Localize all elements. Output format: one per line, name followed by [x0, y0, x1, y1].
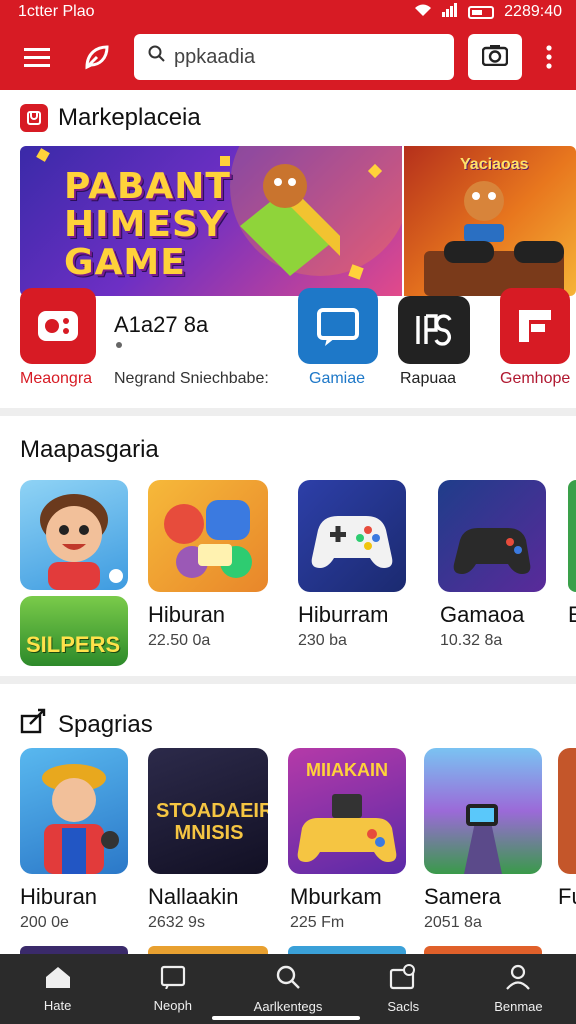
hdains-game-tile[interactable]	[438, 480, 546, 592]
rapuaa-app-label[interactable]: Rapuaa	[400, 370, 456, 388]
sports-app-sub-0: 200 0e	[20, 914, 69, 931]
rec-app-sub-2: 230 ba	[298, 632, 347, 649]
nav-home[interactable]: Hate	[0, 954, 115, 1024]
rec-app-title-1[interactable]: Hiburan	[148, 602, 225, 628]
silpers-tile-title: SILPERS	[26, 632, 121, 657]
nav-neoph[interactable]: Neoph	[115, 954, 230, 1024]
gemhope-app-icon[interactable]	[500, 288, 570, 364]
sports-tile-2[interactable]: STOADAEIR MNISIS	[148, 748, 268, 874]
next-row-tile-1[interactable]	[20, 946, 128, 954]
featured-app-meta: Negrand Sniechbabe:	[114, 370, 269, 387]
sports-tile-1[interactable]	[20, 748, 128, 874]
rec-app-sub-1: 22.50 0a	[148, 632, 211, 649]
featured-app-name: A1a27 8a	[114, 312, 209, 337]
camera-button[interactable]	[468, 34, 522, 80]
marketplace-title: Markeplaceia	[58, 104, 201, 131]
sports-tile-4[interactable]	[424, 748, 542, 874]
nav-search-label: Aarlkentegs	[253, 999, 323, 1014]
nav-search[interactable]: Aarlkentegs	[230, 954, 345, 1024]
sports-app-sub-1: 2632 9s	[148, 914, 205, 931]
promo-banner-main[interactable]: PABANT HIMESY GAME	[20, 146, 402, 296]
sports-icon	[20, 708, 48, 741]
camera-icon	[481, 44, 509, 71]
sports-app-sub-3: 2051 8a	[424, 914, 482, 931]
recommended-title: Maapasgaria	[20, 436, 159, 463]
person-icon	[505, 964, 531, 993]
home-icon	[44, 965, 72, 992]
rapuaa-app-icon[interactable]	[398, 296, 470, 364]
rec-app-title-4[interactable]: E	[568, 602, 576, 628]
sports-header: Spagrias	[0, 708, 153, 741]
search-icon	[148, 45, 166, 69]
rec-app-tile-partial[interactable]	[568, 480, 576, 592]
battery-icon	[468, 5, 495, 19]
tablet-icon	[160, 965, 186, 992]
nav-sacls-label: Sacls	[387, 999, 420, 1014]
home-indicator[interactable]	[212, 1016, 360, 1020]
recommended-section: Maapasgaria SILPERS Hiburan 22.50 0a Hib…	[0, 416, 576, 676]
status-bar: 1ctter Plao 2289:40	[0, 0, 576, 24]
status-time: 2289:40	[504, 3, 562, 20]
nav-benmae-label: Benmae	[494, 999, 543, 1014]
sports-section: Spagrias Hiburan 200 0e STOADAEIR MNISIS…	[0, 684, 576, 954]
sports-app-title-4[interactable]: Fu	[558, 884, 576, 910]
search-input[interactable]: ppkaadia	[134, 34, 454, 80]
gamiae-app-label[interactable]: Gamiae	[309, 370, 365, 388]
nav-home-label: Hate	[43, 998, 72, 1013]
promo-banner-title: PABANT HIMESY GAME	[64, 166, 231, 283]
marketplace-header: Markeplaceia	[0, 104, 201, 132]
profile-card-icon	[389, 964, 417, 993]
promo-banner-secondary-title: Yaciaoas	[460, 156, 529, 173]
sports-title: Spagrias	[58, 710, 153, 738]
next-row-tile-3[interactable]	[288, 946, 406, 954]
sports-tile-2-text: STOADAEIR MNISIS	[156, 800, 268, 844]
sports-tile-3[interactable]: MIIAKAIN	[288, 748, 406, 874]
gemhope-app-label[interactable]: Gemhope	[500, 370, 570, 388]
app-bar: ppkaadia	[0, 24, 576, 90]
wifi-icon	[414, 3, 432, 22]
nav-benmae[interactable]: Benmae	[461, 954, 576, 1024]
recommended-header: Maapasgaria	[0, 436, 159, 464]
sports-app-title-2[interactable]: Mburkam	[290, 884, 382, 910]
sports-app-sub-2: 225 Fm	[290, 914, 345, 931]
bottom-navigation: Hate Neoph Aarlkentegs Sacls Benmae	[0, 954, 576, 1024]
controller-game-tile[interactable]	[298, 480, 406, 592]
rec-app-title-3[interactable]: Gamaoa	[440, 602, 524, 628]
gamiae-app-icon[interactable]	[298, 288, 378, 364]
hamburger-icon[interactable]	[14, 34, 60, 80]
sports-app-title-1[interactable]: Nallaakin	[148, 884, 239, 910]
sports-app-title-3[interactable]: Samera	[424, 884, 501, 910]
marketplace-section: Markeplaceia PABANT HIMESY GAME Yaciaoas…	[0, 90, 576, 408]
silpers-game-tile[interactable]: SILPERS	[20, 596, 128, 666]
sports-app-title-0[interactable]: Hiburan	[20, 884, 97, 910]
rec-app-title-2[interactable]: Hiburram	[298, 602, 388, 628]
next-row-tile-2[interactable]	[148, 946, 268, 954]
section-divider-1	[0, 408, 576, 416]
nav-sacls[interactable]: Sacls	[346, 954, 461, 1024]
marketplace-icon	[20, 104, 48, 132]
signal-icon	[442, 2, 458, 22]
search-placeholder: ppkaadia	[174, 45, 256, 68]
sports-tile-partial[interactable]	[558, 748, 576, 874]
status-left-text: 1ctter Plao	[18, 3, 95, 20]
rec-app-sub-3: 10.32 8a	[440, 632, 503, 649]
puzzle-game-tile[interactable]	[148, 480, 268, 592]
character-game-tile[interactable]	[20, 480, 128, 590]
section-divider-2	[0, 676, 576, 684]
featured-app-label[interactable]: Meaongra	[20, 370, 92, 388]
nav-neoph-label: Neoph	[153, 998, 192, 1013]
more-vertical-icon[interactable]	[536, 45, 562, 69]
promo-banner[interactable]: PABANT HIMESY GAME Yaciaoas	[20, 146, 576, 296]
featured-app-dot-icon	[116, 342, 122, 348]
next-row-tile-4[interactable]	[424, 946, 542, 954]
leaf-logo-icon[interactable]	[74, 34, 120, 80]
featured-app-icon[interactable]	[20, 288, 96, 364]
search-icon	[275, 964, 301, 993]
